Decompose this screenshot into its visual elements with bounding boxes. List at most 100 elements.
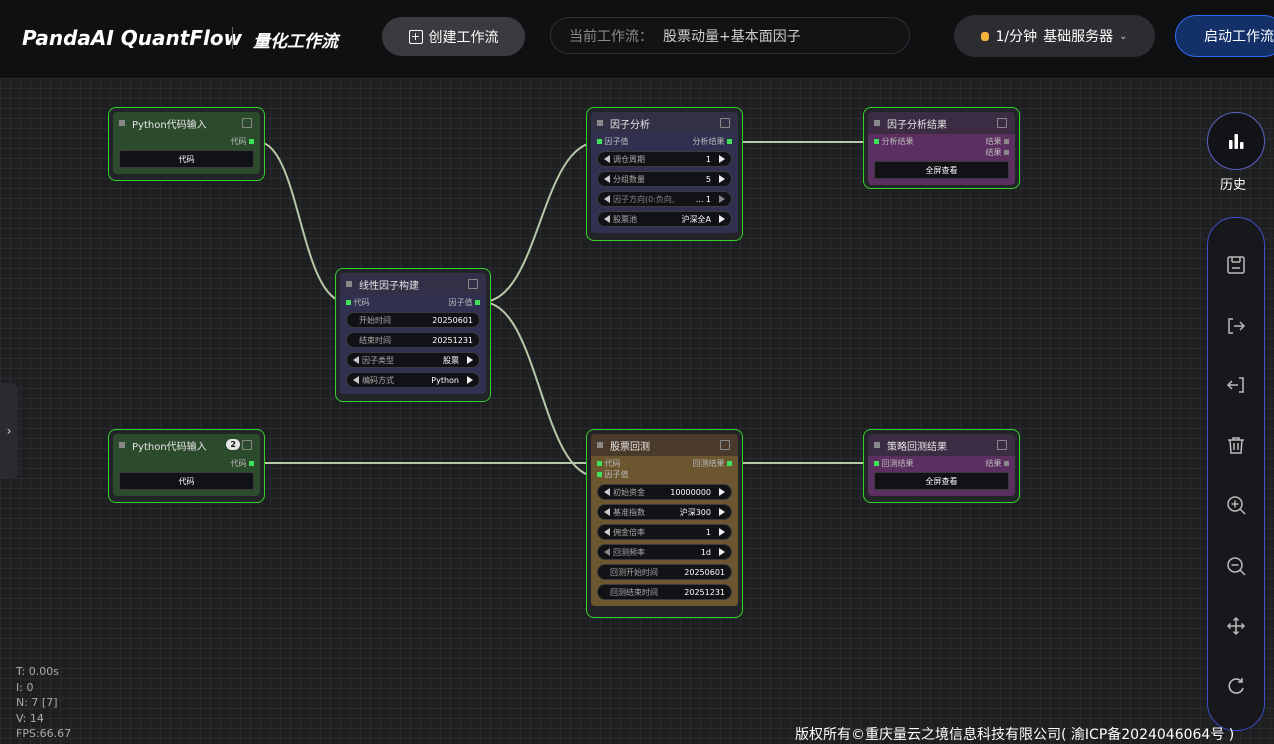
node-backtest-result[interactable]: 策略回测结果 回测结果 结果 全屏查看 [863, 429, 1020, 503]
copyright-footer[interactable]: 版权所有©重庆量云之境信息科技有限公司( 渝ICP备2024046064号 ) [795, 724, 1234, 744]
input-label: 分析结果 [881, 137, 914, 146]
arrow-left-icon[interactable] [604, 508, 610, 516]
input-port[interactable] [597, 461, 602, 466]
port-row: 因子值 [597, 469, 732, 480]
commission-combo[interactable]: 佣金倍率 1 [597, 524, 732, 540]
input-port[interactable] [597, 139, 602, 144]
node-header[interactable]: 股票回测 [591, 434, 738, 456]
field-value: Python [431, 375, 459, 385]
arrow-left-icon[interactable] [604, 548, 610, 556]
wire-linear-backtest [481, 301, 599, 478]
arrow-right-icon[interactable] [467, 376, 473, 384]
input-port[interactable] [874, 461, 879, 466]
arrow-right-icon[interactable] [719, 155, 725, 163]
benchmark-combo[interactable]: 基准指数 沪深300 [597, 504, 732, 520]
arrow-left-icon[interactable] [604, 215, 610, 223]
node-header[interactable]: 策略回测结果 [868, 434, 1015, 456]
collapse-icon [346, 281, 352, 287]
output-port[interactable] [1004, 139, 1009, 144]
output-port[interactable] [727, 461, 732, 466]
code-button[interactable]: 代码 [119, 150, 254, 168]
field-value: 20250601 [684, 567, 725, 577]
node-python-input-2[interactable]: Python代码输入 2 代码 代码 [108, 429, 265, 503]
node-factor-analysis-result[interactable]: 因子分析结果 分析结果 结果 结果 全屏查看 [863, 107, 1020, 189]
history-button[interactable] [1207, 112, 1265, 170]
node-title: 线性因子构建 [359, 280, 419, 292]
arrow-right-icon[interactable] [719, 548, 725, 556]
edit-icon[interactable] [997, 118, 1007, 128]
edit-icon[interactable] [720, 118, 730, 128]
output-port[interactable] [249, 461, 254, 466]
end-time-field[interactable]: 结束时间 20251231 [346, 332, 480, 348]
initial-capital-combo[interactable]: 初始资金 10000000 [597, 484, 732, 500]
edit-icon[interactable] [242, 118, 252, 128]
arrow-right-icon[interactable] [719, 488, 725, 496]
arrow-right-icon[interactable] [719, 528, 725, 536]
arrow-left-icon[interactable] [604, 195, 610, 203]
node-stock-backtest[interactable]: 股票回测 代码 回测结果 因子值 初始资金 10000000 基准指数 沪深30… [586, 429, 743, 618]
arrow-left-icon[interactable] [604, 528, 610, 536]
port-row: 回测结果 结果 [874, 458, 1009, 469]
port-row: 代码 [119, 136, 254, 147]
arrow-right-icon[interactable] [719, 175, 725, 183]
import-icon[interactable] [1225, 374, 1247, 396]
encoding-combo[interactable]: 编码方式 Python [346, 372, 480, 388]
arrow-left-icon[interactable] [604, 488, 610, 496]
fullscreen-button[interactable]: 全屏查看 [874, 161, 1009, 179]
node-header[interactable]: Python代码输入 [113, 112, 260, 134]
arrow-left-icon[interactable] [353, 376, 359, 384]
node-header[interactable]: 线性因子构建 [340, 273, 486, 295]
arrow-right-icon[interactable] [719, 215, 725, 223]
save-icon[interactable] [1225, 254, 1247, 276]
field-value: 5 [705, 174, 711, 184]
node-linear-factor[interactable]: 线性因子构建 代码 因子值 开始时间 20250601 结束时间 2025123… [335, 268, 491, 402]
input-port[interactable] [597, 472, 602, 477]
output-port[interactable] [249, 139, 254, 144]
node-python-input-1[interactable]: Python代码输入 代码 代码 [108, 107, 265, 181]
edit-icon[interactable] [720, 440, 730, 450]
refresh-icon[interactable] [1225, 675, 1247, 697]
input-port[interactable] [874, 139, 879, 144]
arrow-right-icon[interactable] [719, 508, 725, 516]
move-icon[interactable] [1225, 615, 1247, 637]
canvas-toolbar [1207, 217, 1265, 731]
output-port[interactable] [727, 139, 732, 144]
stock-pool-combo[interactable]: 股票池 沪深全A [597, 211, 732, 227]
node-header[interactable]: 因子分析 [591, 112, 738, 134]
code-button[interactable]: 代码 [119, 472, 254, 490]
edit-icon[interactable] [997, 440, 1007, 450]
fullscreen-button[interactable]: 全屏查看 [874, 472, 1009, 490]
trash-icon[interactable] [1225, 434, 1247, 456]
node-body: 代码 代码 [113, 456, 260, 496]
stat-nodes: N: 7 [7] [16, 696, 58, 709]
output-port[interactable] [475, 300, 480, 305]
rebalance-period-combo[interactable]: 调仓周期 1 [597, 151, 732, 167]
zoom-out-icon[interactable] [1225, 555, 1247, 577]
edit-icon[interactable] [468, 279, 478, 289]
output-port[interactable] [1004, 461, 1009, 466]
backtest-end-field[interactable]: 回测结束时间 20251231 [597, 584, 732, 600]
backtest-start-field[interactable]: 回测开始时间 20250601 [597, 564, 732, 580]
factor-direction-combo[interactable]: 因子方向(0:负向, ... 1 [597, 191, 732, 207]
node-title: 策略回测结果 [887, 441, 947, 453]
arrow-right-icon[interactable] [719, 195, 725, 203]
edit-icon[interactable] [242, 440, 252, 450]
export-icon[interactable] [1225, 315, 1247, 337]
start-time-field[interactable]: 开始时间 20250601 [346, 312, 480, 328]
node-factor-analysis[interactable]: 因子分析 因子值 分析结果 调仓周期 1 分组数量 5 因子方向(0:负向, .… [586, 107, 743, 241]
node-title: 股票回测 [610, 441, 650, 453]
arrow-right-icon[interactable] [467, 356, 473, 364]
zoom-in-icon[interactable] [1225, 494, 1247, 516]
output-port[interactable] [1004, 150, 1009, 155]
frequency-combo[interactable]: 回测频率 1d [597, 544, 732, 560]
output-label: 代码 [230, 137, 247, 146]
arrow-left-icon[interactable] [604, 175, 610, 183]
node-header[interactable]: 因子分析结果 [868, 112, 1015, 134]
arrow-left-icon[interactable] [353, 356, 359, 364]
group-count-combo[interactable]: 分组数量 5 [597, 171, 732, 187]
expand-sidebar-tab[interactable]: › [0, 383, 18, 479]
factor-type-combo[interactable]: 因子类型 股票 [346, 352, 480, 368]
node-header[interactable]: Python代码输入 2 [113, 434, 260, 456]
arrow-left-icon[interactable] [604, 155, 610, 163]
input-port[interactable] [346, 300, 351, 305]
